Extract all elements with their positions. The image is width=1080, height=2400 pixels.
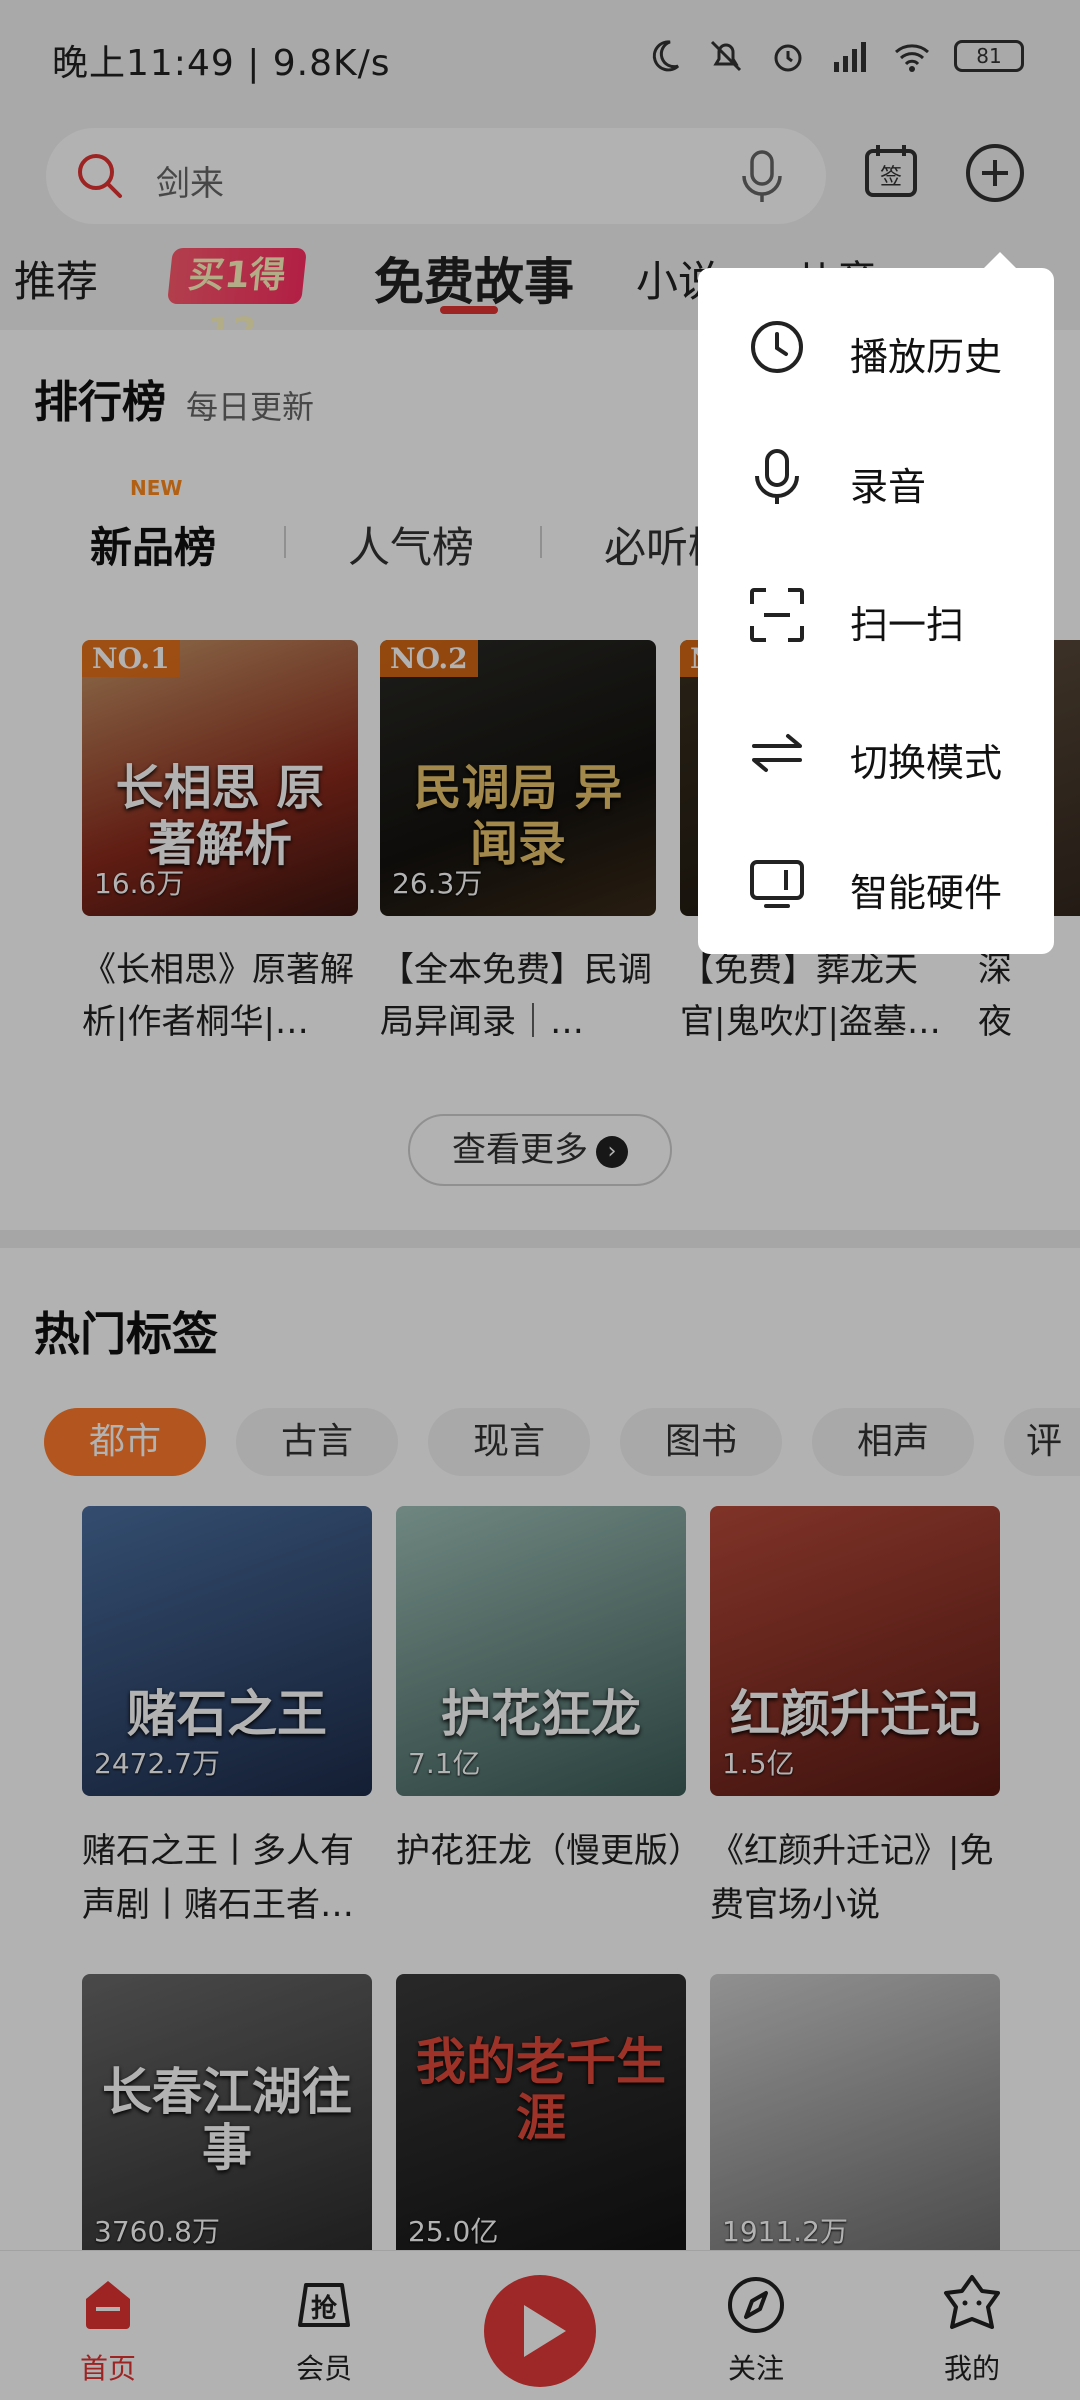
clock-icon [751,321,803,373]
menu-item-play-history[interactable]: 播放历史 [698,282,1054,412]
menu-item-smart-hardware[interactable]: 智能硬件 [698,818,1054,948]
more-options-menu: 播放历史 录音 扫一扫 切换模式 智能硬件 [698,268,1054,954]
menu-label: 智能硬件 [850,871,1003,915]
menu-label: 扫一扫 [850,603,965,647]
menu-label: 切换模式 [850,741,1003,785]
menu-label: 录音 [850,465,927,509]
device-icon [750,860,804,908]
menu-item-scan[interactable]: 扫一扫 [698,550,1054,680]
microphone-icon [755,449,799,504]
menu-label: 播放历史 [850,335,1003,379]
switch-arrows-icon [752,734,802,772]
menu-item-switch-mode[interactable]: 切换模式 [698,688,1054,818]
menu-item-record[interactable]: 录音 [698,412,1054,542]
scan-icon [750,588,804,642]
